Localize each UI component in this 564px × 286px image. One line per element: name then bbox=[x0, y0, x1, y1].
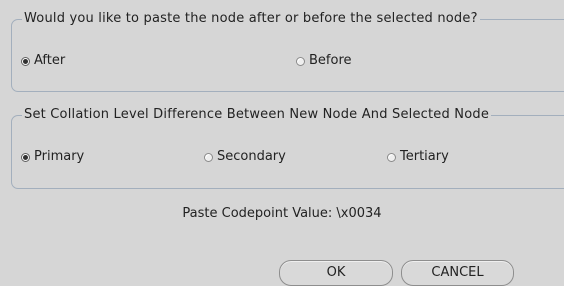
tertiary-radio-option[interactable]: Tertiary bbox=[387, 149, 449, 165]
tertiary-radio-label: Tertiary bbox=[400, 149, 449, 164]
secondary-radio-label: Secondary bbox=[217, 149, 286, 164]
paste-position-group: Would you like to paste the node after o… bbox=[11, 10, 564, 92]
secondary-radio-button[interactable] bbox=[204, 152, 213, 162]
ok-button[interactable]: OK bbox=[279, 260, 393, 286]
before-radio-label: Before bbox=[309, 53, 352, 68]
codepoint-value-label: Paste Codepoint Value: \x0034 bbox=[182, 206, 382, 221]
after-radio-option[interactable]: After bbox=[21, 53, 65, 69]
collation-level-group: Set Collation Level Difference Between N… bbox=[11, 106, 564, 189]
before-radio-button[interactable] bbox=[296, 56, 305, 66]
collation-level-heading: Set Collation Level Difference Between N… bbox=[22, 106, 492, 124]
primary-radio-option[interactable]: Primary bbox=[21, 149, 84, 165]
paste-position-question: Would you like to paste the node after o… bbox=[22, 10, 480, 28]
before-radio-option[interactable]: Before bbox=[296, 53, 352, 69]
primary-radio-label: Primary bbox=[34, 149, 85, 164]
tertiary-radio-button[interactable] bbox=[387, 152, 396, 162]
after-radio-button[interactable] bbox=[21, 56, 30, 66]
primary-radio-button[interactable] bbox=[21, 152, 30, 162]
after-radio-label: After bbox=[34, 53, 66, 68]
cancel-button[interactable]: CANCEL bbox=[401, 260, 514, 286]
secondary-radio-option[interactable]: Secondary bbox=[204, 149, 286, 165]
